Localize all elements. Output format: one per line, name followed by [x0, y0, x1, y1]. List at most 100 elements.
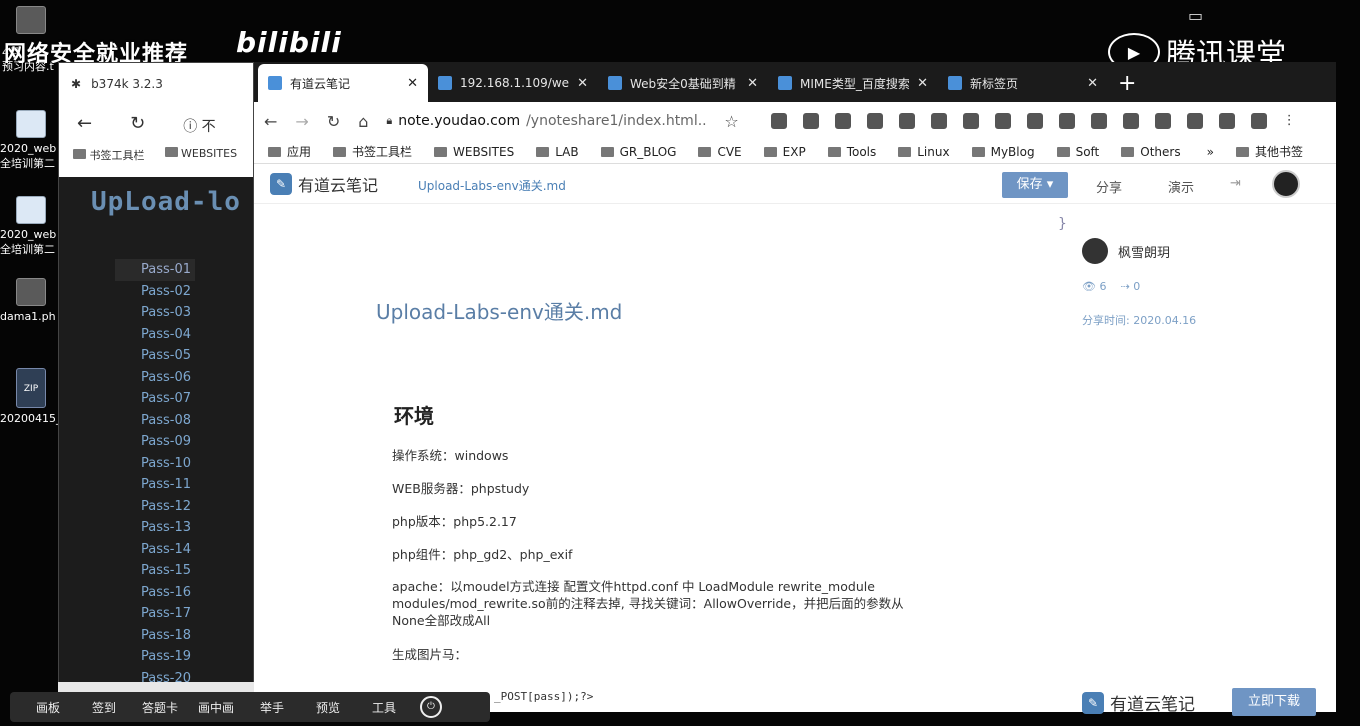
folder-icon [827, 146, 841, 157]
share-button[interactable]: 分享 [1096, 177, 1122, 196]
browser-tab[interactable]: 192.168.1.109/wel ✕ [428, 64, 598, 102]
paragraph: php版本：php5.2.17 [392, 514, 517, 529]
close-icon[interactable]: ✕ [747, 76, 758, 91]
reload-icon[interactable]: ↻ [327, 112, 340, 131]
desktop-screen: 4月 网络安全就业推荐 预习内容.t bilibili 2020_web 全培训… [0, 0, 1360, 726]
extension-icon[interactable] [1186, 113, 1203, 129]
other-bookmarks[interactable]: 其他书签 [1235, 143, 1303, 160]
pass-link[interactable]: Pass-08 [115, 410, 195, 432]
zip-icon: ZIP [16, 368, 46, 408]
control-button[interactable]: 工具 [356, 699, 412, 716]
bookmark-item[interactable]: Others [1121, 145, 1181, 159]
browser-tab[interactable]: 有道云笔记 ✕ [258, 64, 428, 102]
bookmark-item[interactable]: GR_BLOG [600, 145, 676, 159]
bookmark-item[interactable]: Linux [898, 145, 950, 159]
bookmark-item[interactable]: 应用 [268, 143, 311, 160]
desktop-icon-zip[interactable]: ZIP 20200415_ [0, 368, 60, 425]
info-icon[interactable]: ⓘ 不 [183, 116, 215, 136]
home-icon[interactable]: ⌂ [358, 112, 368, 131]
bookmark-websites[interactable]: WEBSITES [164, 147, 237, 163]
close-icon[interactable]: ✕ [577, 76, 588, 91]
back-icon[interactable]: ← [77, 113, 92, 136]
power-icon[interactable]: ⏻ [420, 696, 442, 718]
extension-icon[interactable] [962, 113, 979, 129]
pass-link[interactable]: Pass-14 [115, 539, 195, 561]
extension-icon[interactable] [1058, 113, 1075, 129]
bookmarks-overflow-button[interactable]: » [1207, 145, 1214, 159]
extension-icon[interactable] [1026, 113, 1043, 129]
collapse-icon[interactable]: } [1058, 216, 1067, 232]
control-button[interactable]: 画板 [20, 699, 76, 716]
extension-icon[interactable] [770, 113, 787, 129]
close-icon[interactable]: ✕ [917, 76, 928, 91]
bookmark-item[interactable]: CVE [698, 145, 742, 159]
pass-link[interactable]: Pass-16 [115, 582, 195, 604]
pass-link[interactable]: Pass-12 [115, 496, 195, 518]
desktop-icon-text[interactable] [0, 6, 60, 38]
desktop-icon-dama[interactable]: dama1.ph [0, 278, 60, 323]
extension-icon[interactable] [994, 113, 1011, 129]
bookmark-item[interactable]: MyBlog [971, 145, 1035, 159]
pass-link[interactable]: Pass-11 [115, 474, 195, 496]
control-button[interactable]: 预览 [300, 699, 356, 716]
bookmark-item[interactable]: EXP [763, 145, 806, 159]
control-button[interactable]: 举手 [244, 699, 300, 716]
extension-icon[interactable] [1090, 113, 1107, 129]
present-button[interactable]: 演示 [1168, 177, 1194, 196]
bookmark-item[interactable]: 书签工具栏 [333, 143, 412, 160]
restore-icon[interactable]: ▭ [1188, 6, 1203, 25]
control-button[interactable]: 答题卡 [132, 699, 188, 716]
back-icon[interactable]: ← [264, 112, 277, 131]
pass-link[interactable]: Pass-04 [115, 324, 195, 346]
extension-icon[interactable] [1154, 113, 1171, 129]
bookmark-item[interactable]: Tools [827, 145, 876, 159]
close-icon[interactable]: ✕ [1087, 76, 1098, 91]
avatar[interactable] [1272, 170, 1300, 198]
pass-link[interactable]: Pass-05 [115, 345, 195, 367]
control-button[interactable]: 签到 [76, 699, 132, 716]
youdao-logo[interactable]: ✎ 有道云笔记 [270, 172, 378, 196]
star-icon[interactable]: ☆ [724, 112, 738, 131]
desktop-icon-web2[interactable]: 2020_web 全培训第二 [0, 196, 60, 257]
pass-link[interactable]: Pass-13 [115, 517, 195, 539]
pass-link[interactable]: Pass-09 [115, 431, 195, 453]
close-icon[interactable]: ✕ [407, 76, 418, 91]
menu-icon[interactable]: ⋮ [1283, 113, 1296, 129]
pass-link[interactable]: Pass-18 [115, 625, 195, 647]
pass-link[interactable]: Pass-01 [115, 259, 195, 281]
pass-link[interactable]: Pass-17 [115, 603, 195, 625]
browser-tab[interactable]: Web安全0基础到精 ✕ [598, 64, 768, 102]
bookmark-toolbar[interactable]: 书签工具栏 [73, 147, 145, 163]
pass-link[interactable]: Pass-06 [115, 367, 195, 389]
browser-tab[interactable]: MIME类型_百度搜索 ✕ [768, 64, 938, 102]
reload-icon[interactable]: ↻ [130, 113, 145, 136]
logout-icon[interactable]: ⇥ [1230, 176, 1241, 191]
bookmark-item[interactable]: LAB [536, 145, 579, 159]
control-button[interactable]: 画中画 [188, 699, 244, 716]
pass-link[interactable]: Pass-19 [115, 646, 195, 668]
pass-link[interactable]: Pass-07 [115, 388, 195, 410]
extension-icon[interactable] [898, 113, 915, 129]
pass-link[interactable]: Pass-15 [115, 560, 195, 582]
download-button[interactable]: 立即下载 [1232, 688, 1316, 716]
extension-icon[interactable] [1218, 113, 1235, 129]
pass-link[interactable]: Pass-02 [115, 281, 195, 303]
pass-link[interactable]: Pass-03 [115, 302, 195, 324]
save-button[interactable]: 保存 ▾ [1002, 172, 1068, 198]
forward-icon[interactable]: → [295, 112, 308, 131]
extension-icon[interactable] [1122, 113, 1139, 129]
pass-link[interactable]: Pass-10 [115, 453, 195, 475]
extension-icon[interactable] [866, 113, 883, 129]
desktop-icon-web1[interactable]: 2020_web 全培训第二 [0, 110, 60, 171]
extension-icon[interactable] [802, 113, 819, 129]
bookmark-item[interactable]: Soft [1056, 145, 1099, 159]
new-tab-button[interactable]: + [1108, 71, 1146, 102]
b374k-tab[interactable]: ✱ b374k 3.2.3 [71, 77, 163, 91]
extension-icon[interactable] [930, 113, 947, 129]
horizontal-scrollbar[interactable] [58, 682, 254, 692]
extension-icon[interactable] [834, 113, 851, 129]
url-input[interactable]: 🔒︎ note.youdao.com/ynoteshare1/index.htm… [386, 113, 706, 129]
browser-tab[interactable]: 新标签页 ✕ [938, 64, 1108, 102]
extension-icon[interactable] [1250, 113, 1267, 129]
bookmark-item[interactable]: WEBSITES [434, 145, 514, 159]
